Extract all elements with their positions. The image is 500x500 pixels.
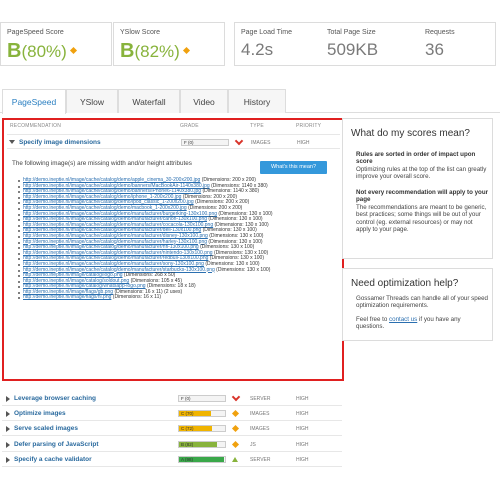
rules-sorted-heading: Rules are sorted in order of impact upon… bbox=[356, 151, 476, 166]
tab-waterfall[interactable]: Waterfall bbox=[118, 89, 180, 113]
grade-text: F (0) bbox=[181, 396, 191, 401]
grade-text: B (82) bbox=[181, 441, 194, 447]
optimization-help-text: Gossamer Threads can handle all of your … bbox=[356, 295, 488, 310]
optimization-help-panel: Need optimization help? Gossamer Threads… bbox=[342, 268, 493, 341]
recommendation-row[interactable]: Serve scaled images C (72) IMAGES HIGH bbox=[2, 421, 342, 437]
page-size-label: Total Page Size bbox=[327, 29, 376, 36]
recommendation-name[interactable]: Serve scaled images bbox=[14, 425, 78, 432]
grade-bar: B (82) bbox=[178, 440, 226, 448]
grade-bar: F (0) bbox=[178, 395, 226, 402]
rules-sorted-text: Optimizing rules at the top of the list … bbox=[356, 165, 487, 181]
load-time-value: 4.2s bbox=[241, 40, 274, 59]
not-every-heading: Not every recommendation will apply to y… bbox=[356, 189, 489, 204]
image-dimensions: (Dimensions: 16 x 11) bbox=[112, 294, 162, 301]
expand-arrow-icon[interactable] bbox=[6, 441, 10, 448]
recommendation-name[interactable]: Optimize images bbox=[14, 410, 66, 417]
yslow-percent: (82%) bbox=[134, 42, 180, 61]
diamond-icon bbox=[182, 46, 190, 55]
tab-video[interactable]: Video bbox=[180, 89, 228, 113]
triangle-up-icon bbox=[232, 456, 238, 462]
recommendation-row[interactable]: Specify a cache validator A (98) SERVER HIG… bbox=[2, 452, 342, 467]
scores-help-title: What do my scores mean? bbox=[351, 128, 470, 139]
priority-text: HIGH bbox=[297, 140, 310, 146]
type-text: SERVER bbox=[250, 456, 271, 463]
grade-text: A (98) bbox=[181, 456, 194, 462]
scores-help-paragraph-1: Rules are sorted in order of impact upon… bbox=[356, 151, 489, 181]
grade-text: F (0) bbox=[184, 140, 194, 145]
not-every-text: The recommendations are meant to be gene… bbox=[356, 203, 487, 234]
whats-this-mean-button[interactable]: What's this mean? bbox=[260, 161, 327, 174]
recommendation-name[interactable]: Specify image dimensions bbox=[19, 139, 101, 146]
contact-pre-text: Feel free to bbox=[356, 316, 388, 323]
type-text: IMAGES bbox=[251, 140, 271, 146]
scores-help-panel: What do my scores mean? Rules are sorted… bbox=[342, 118, 493, 259]
recommendation-row[interactable]: Leverage browser caching F (0) SERVER HIGH bbox=[2, 391, 342, 406]
yslow-score-label: YSlow Score bbox=[120, 29, 161, 36]
recommendation-name[interactable]: Defer parsing of JavaScript bbox=[14, 441, 99, 448]
tab-pagespeed[interactable]: PageSpeed bbox=[2, 89, 66, 114]
image-list: http://demo.ineptie.nl/image/cache/catal… bbox=[18, 177, 338, 301]
priority-text: HIGH bbox=[296, 426, 309, 433]
diamond-icon bbox=[69, 46, 77, 55]
diamond-icon bbox=[231, 440, 240, 448]
col-header-grade: GRADE bbox=[180, 123, 199, 129]
col-header-recommendation: RECOMMENDATION bbox=[10, 123, 62, 129]
diamond-icon bbox=[231, 410, 240, 418]
optimization-help-title: Need optimization help? bbox=[351, 278, 459, 289]
page-details-box: Page Load Time 4.2s Total Page Size 509K… bbox=[234, 22, 496, 66]
recommendation-panel: RECOMMENDATION GRADE TYPE PRIORITY Speci… bbox=[2, 118, 344, 381]
col-header-priority: PRIORITY bbox=[296, 123, 322, 129]
priority-text: HIGH bbox=[296, 396, 309, 402]
contact-us-link[interactable]: contact us bbox=[389, 316, 417, 323]
pagespeed-grade: B bbox=[7, 40, 22, 62]
grade-bar: F (0) bbox=[181, 139, 229, 146]
grade-bar: A (98) bbox=[178, 455, 226, 463]
diamond-icon bbox=[231, 425, 240, 433]
report-tabs: PageSpeed YSlow Waterfall Video History bbox=[0, 89, 500, 114]
scores-help-paragraph-2: Not every recommendation will apply to y… bbox=[356, 189, 489, 233]
priority-text: HIGH bbox=[296, 456, 309, 463]
recommendation-row-expanded[interactable]: Specify image dimensions F (0) IMAGES HI… bbox=[7, 134, 340, 149]
priority-text: HIGH bbox=[296, 441, 309, 448]
recommendation-name[interactable]: Leverage browser caching bbox=[14, 395, 96, 402]
pagespeed-percent: (80%) bbox=[21, 42, 67, 61]
requests-value: 36 bbox=[425, 40, 444, 59]
type-text: IMAGES bbox=[250, 411, 270, 418]
chevron-down-icon bbox=[232, 394, 239, 401]
grade-text: C (72) bbox=[181, 426, 194, 432]
collapse-arrow-icon[interactable] bbox=[9, 140, 15, 144]
missing-dimensions-intro: The following image(s) are missing width… bbox=[12, 160, 192, 167]
expand-arrow-icon[interactable] bbox=[6, 411, 10, 418]
tab-history[interactable]: History bbox=[228, 89, 286, 113]
image-url-link[interactable]: http://demo.ineptie.nl/image/flags/nl.pn… bbox=[23, 294, 111, 301]
requests-label: Requests bbox=[425, 29, 455, 36]
load-time-label: Page Load Time bbox=[241, 29, 292, 36]
grade-bar: C (70) bbox=[178, 410, 226, 418]
pagespeed-score-label: PageSpeed Score bbox=[7, 29, 64, 36]
recommendation-row[interactable]: Optimize images C (70) IMAGES HIGH bbox=[2, 406, 342, 422]
expand-arrow-icon[interactable] bbox=[6, 456, 10, 463]
yslow-grade: B bbox=[120, 40, 135, 62]
page-size-value: 509KB bbox=[327, 40, 379, 59]
recommendation-name[interactable]: Specify a cache validator bbox=[14, 456, 92, 463]
grade-bar: C (72) bbox=[178, 425, 226, 433]
type-text: JS bbox=[250, 441, 256, 448]
priority-text: HIGH bbox=[296, 411, 309, 418]
expand-arrow-icon[interactable] bbox=[6, 426, 10, 433]
grade-text: C (70) bbox=[181, 411, 194, 417]
optimization-help-contact: Feel free to contact us if you have any … bbox=[356, 316, 489, 331]
chevron-down-icon bbox=[235, 138, 242, 145]
recommendation-row[interactable]: Defer parsing of JavaScript B (82) JS HIGH bbox=[2, 437, 342, 452]
col-header-type: TYPE bbox=[250, 123, 264, 129]
image-list-item: http://demo.ineptie.nl/image/flags/nl.pn… bbox=[18, 295, 338, 301]
expand-arrow-icon[interactable] bbox=[6, 396, 10, 402]
type-text: SERVER bbox=[250, 396, 271, 402]
type-text: IMAGES bbox=[250, 426, 270, 433]
pagespeed-score-box: PageSpeed Score B(80%) bbox=[0, 22, 112, 66]
tab-yslow[interactable]: YSlow bbox=[66, 89, 118, 113]
image-dimensions: (Dimensions: 130 x 100) bbox=[216, 266, 271, 273]
yslow-score-box: YSlow Score B(82%) bbox=[113, 22, 225, 66]
